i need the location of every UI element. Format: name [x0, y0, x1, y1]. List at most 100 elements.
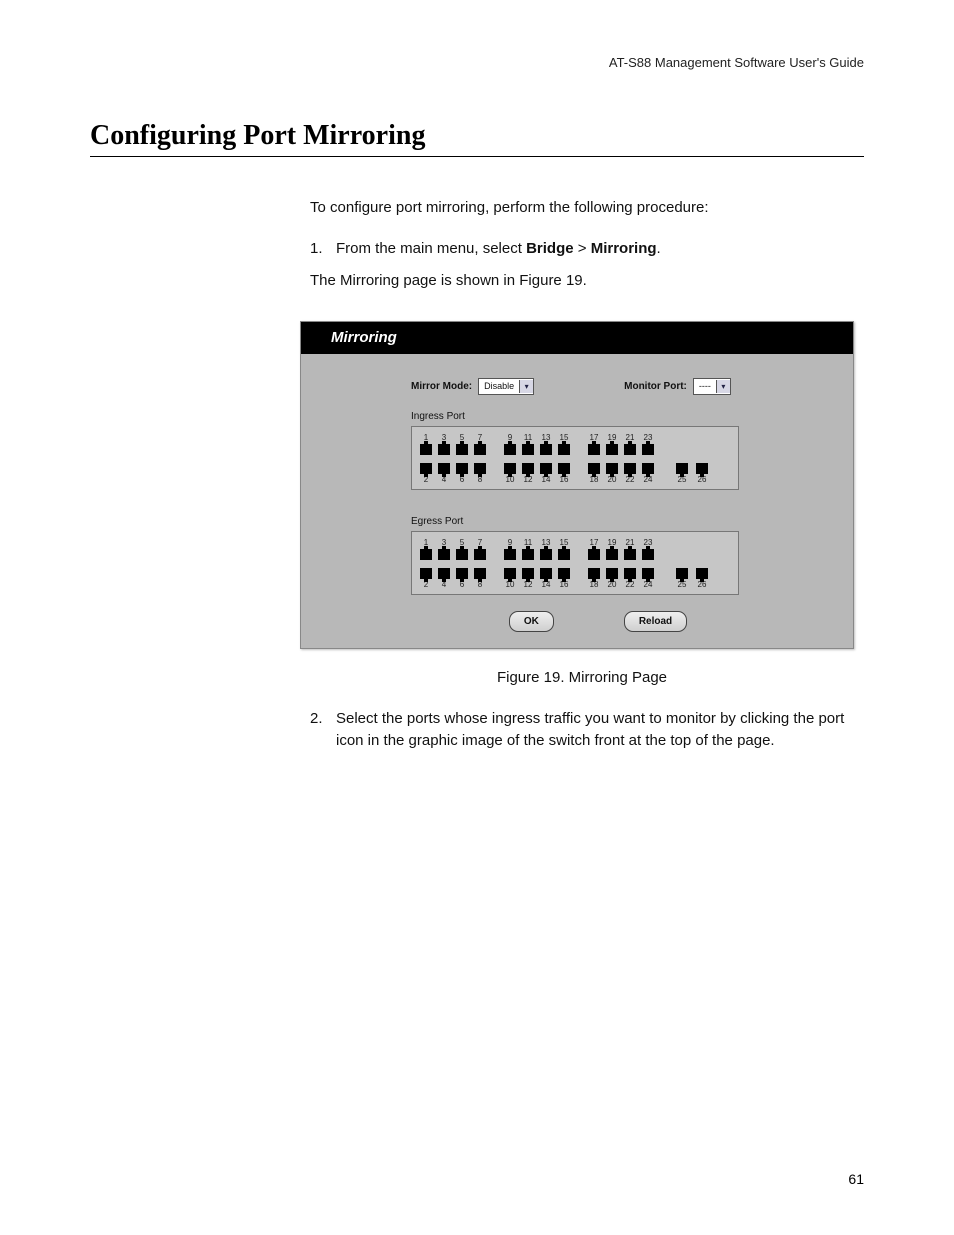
- egress-port-20[interactable]: 20: [606, 567, 618, 590]
- egress-port-7[interactable]: 7: [474, 538, 486, 561]
- port-jack-icon: [504, 444, 516, 455]
- ingress-port-20[interactable]: 20: [606, 462, 618, 485]
- port-jack-icon: [474, 463, 486, 474]
- window-body: Mirror Mode: Disable ▾ Monitor Port: ---…: [301, 354, 853, 648]
- ingress-port-19[interactable]: 19: [606, 433, 618, 456]
- document-page: AT-S88 Management Software User's Guide …: [0, 0, 954, 1235]
- egress-port-3[interactable]: 3: [438, 538, 450, 561]
- ingress-port-3[interactable]: 3: [438, 433, 450, 456]
- egress-port-9[interactable]: 9: [504, 538, 516, 561]
- egress-port-11[interactable]: 11: [522, 538, 534, 561]
- ingress-port-18[interactable]: 18: [588, 462, 600, 485]
- ingress-port-16[interactable]: 16: [558, 462, 570, 485]
- port-jack-icon: [606, 568, 618, 579]
- port-jack-icon: [588, 568, 600, 579]
- chevron-down-icon: ▾: [519, 380, 533, 393]
- mirror-mode-label: Mirror Mode:: [411, 379, 472, 394]
- step1-follow: The Mirroring page is shown in Figure 19…: [310, 270, 864, 293]
- ingress-port-4[interactable]: 4: [438, 462, 450, 485]
- port-jack-icon: [696, 568, 708, 579]
- ingress-port-17[interactable]: 17: [588, 433, 600, 456]
- ingress-port-25[interactable]: 25: [676, 462, 688, 485]
- ingress-port-1[interactable]: 1: [420, 433, 432, 456]
- ok-button[interactable]: OK: [509, 611, 554, 632]
- ingress-port-22[interactable]: 22: [624, 462, 636, 485]
- egress-port-21[interactable]: 21: [624, 538, 636, 561]
- ingress-port-9[interactable]: 9: [504, 433, 516, 456]
- egress-port-6[interactable]: 6: [456, 567, 468, 590]
- egress-port-26[interactable]: 26: [696, 567, 708, 590]
- menu-mirroring: Mirroring: [591, 240, 657, 257]
- port-jack-icon: [606, 549, 618, 560]
- egress-port-14[interactable]: 14: [540, 567, 552, 590]
- egress-port-24[interactable]: 24: [642, 567, 654, 590]
- reload-button[interactable]: Reload: [624, 611, 687, 632]
- port-jack-icon: [420, 463, 432, 474]
- port-jack-icon: [606, 444, 618, 455]
- port-jack-icon: [696, 463, 708, 474]
- running-header: AT-S88 Management Software User's Guide: [90, 55, 864, 70]
- ingress-port-14[interactable]: 14: [540, 462, 552, 485]
- port-jack-icon: [624, 549, 636, 560]
- section-heading: Configuring Port Mirroring: [90, 120, 864, 157]
- port-jack-icon: [438, 444, 450, 455]
- ingress-port-15[interactable]: 15: [558, 433, 570, 456]
- port-jack-icon: [456, 549, 468, 560]
- egress-port-16[interactable]: 16: [558, 567, 570, 590]
- egress-port-13[interactable]: 13: [540, 538, 552, 561]
- ingress-port-12[interactable]: 12: [522, 462, 534, 485]
- window-grip-icon: [309, 331, 323, 345]
- ingress-port-26[interactable]: 26: [696, 462, 708, 485]
- port-jack-icon: [420, 444, 432, 455]
- egress-port-23[interactable]: 23: [642, 538, 654, 561]
- button-row: OK Reload: [411, 611, 825, 632]
- ingress-port-6[interactable]: 6: [456, 462, 468, 485]
- egress-port-25[interactable]: 25: [676, 567, 688, 590]
- port-jack-icon: [540, 568, 552, 579]
- egress-port-label: Egress Port: [411, 514, 825, 529]
- window-menu-icon: [831, 331, 845, 345]
- egress-port-10[interactable]: 10: [504, 567, 516, 590]
- ingress-port-21[interactable]: 21: [624, 433, 636, 456]
- ingress-port-7[interactable]: 7: [474, 433, 486, 456]
- egress-port-18[interactable]: 18: [588, 567, 600, 590]
- monitor-port-select[interactable]: ---- ▾: [693, 378, 731, 395]
- step-number: 2.: [310, 708, 336, 753]
- ingress-port-13[interactable]: 13: [540, 433, 552, 456]
- ingress-port-23[interactable]: 23: [642, 433, 654, 456]
- step1-post: .: [657, 240, 661, 257]
- port-jack-icon: [438, 549, 450, 560]
- ingress-port-2[interactable]: 2: [420, 462, 432, 485]
- ingress-port-24[interactable]: 24: [642, 462, 654, 485]
- egress-port-5[interactable]: 5: [456, 538, 468, 561]
- port-jack-icon: [676, 568, 688, 579]
- ingress-port-10[interactable]: 10: [504, 462, 516, 485]
- egress-port-22[interactable]: 22: [624, 567, 636, 590]
- ingress-port-11[interactable]: 11: [522, 433, 534, 456]
- port-jack-icon: [588, 444, 600, 455]
- egress-port-1[interactable]: 1: [420, 538, 432, 561]
- chevron-down-icon: ▾: [716, 380, 730, 393]
- figure-caption: Figure 19. Mirroring Page: [300, 667, 864, 690]
- ingress-port-5[interactable]: 5: [456, 433, 468, 456]
- port-jack-icon: [456, 568, 468, 579]
- ingress-port-label: Ingress Port: [411, 409, 825, 424]
- egress-port-8[interactable]: 8: [474, 567, 486, 590]
- ingress-port-8[interactable]: 8: [474, 462, 486, 485]
- egress-port-2[interactable]: 2: [420, 567, 432, 590]
- port-jack-icon: [540, 549, 552, 560]
- port-jack-icon: [420, 568, 432, 579]
- port-jack-icon: [642, 444, 654, 455]
- egress-port-15[interactable]: 15: [558, 538, 570, 561]
- egress-port-12[interactable]: 12: [522, 567, 534, 590]
- port-jack-icon: [642, 549, 654, 560]
- egress-port-17[interactable]: 17: [588, 538, 600, 561]
- egress-port-19[interactable]: 19: [606, 538, 618, 561]
- port-jack-icon: [558, 568, 570, 579]
- port-jack-icon: [474, 444, 486, 455]
- port-jack-icon: [456, 444, 468, 455]
- port-jack-icon: [420, 549, 432, 560]
- mirror-mode-select[interactable]: Disable ▾: [478, 378, 534, 395]
- port-jack-icon: [558, 549, 570, 560]
- egress-port-4[interactable]: 4: [438, 567, 450, 590]
